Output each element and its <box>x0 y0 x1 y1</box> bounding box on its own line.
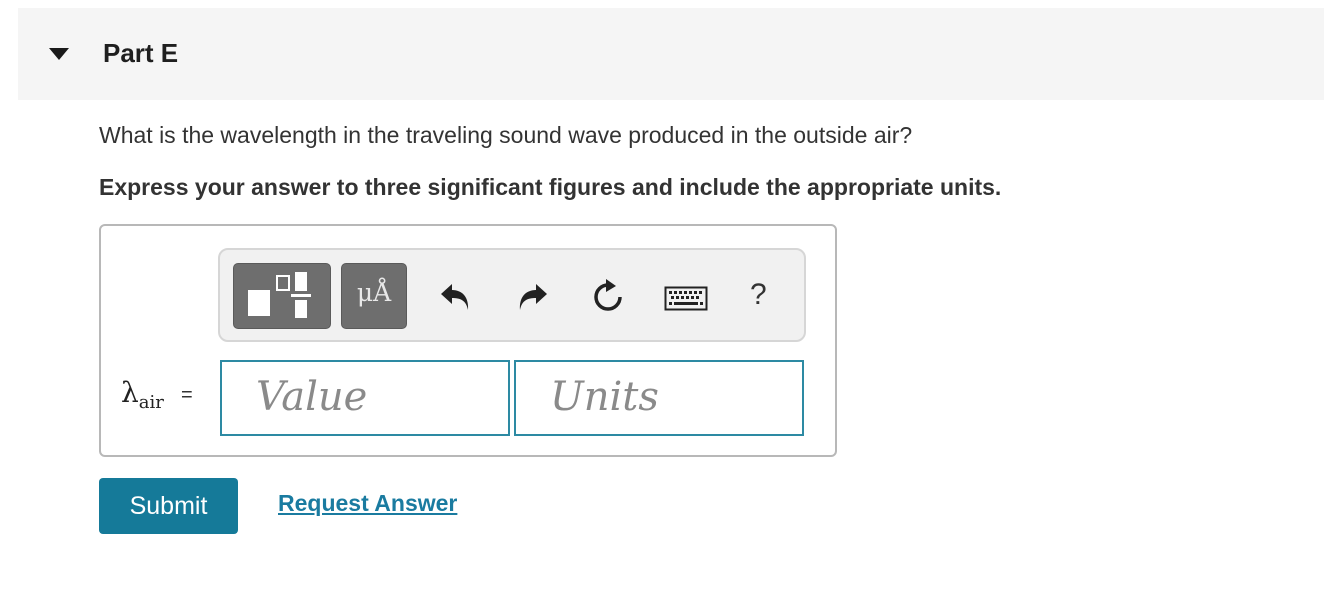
answer-instruction: Express your answer to three significant… <box>99 174 1002 200</box>
equals-sign: = <box>181 384 193 406</box>
help-icon[interactable]: ? <box>750 278 767 312</box>
submit-button[interactable]: Submit <box>99 478 238 534</box>
request-answer-link[interactable]: Request Answer <box>278 490 457 517</box>
value-placeholder: Value <box>256 374 368 420</box>
templates-icon <box>248 272 311 318</box>
math-toolbar: μÅ ? <box>218 248 806 342</box>
units-placeholder: Units <box>550 374 659 420</box>
units-input[interactable]: Units <box>514 360 804 436</box>
variable-subscript: air <box>138 392 164 413</box>
part-title: Part E <box>103 38 179 68</box>
answer-box: μÅ ? λair = Value Units <box>99 224 837 457</box>
templates-button[interactable] <box>233 263 331 329</box>
reset-icon[interactable] <box>589 279 627 315</box>
question-text: What is the wavelength in the traveling … <box>99 122 913 148</box>
value-input[interactable]: Value <box>220 360 510 436</box>
units-button[interactable]: μÅ <box>341 263 407 329</box>
part-header: Part E <box>18 8 1324 100</box>
variable-symbol: λ <box>121 376 139 409</box>
redo-icon[interactable] <box>514 280 550 314</box>
units-icon: μÅ <box>356 278 392 307</box>
page: Part E What is the wavelength in the tra… <box>0 0 1324 612</box>
collapse-triangle-icon[interactable] <box>48 46 70 62</box>
undo-icon[interactable] <box>438 280 474 314</box>
variable-label: λair <box>121 376 164 413</box>
keyboard-icon[interactable] <box>664 286 708 312</box>
